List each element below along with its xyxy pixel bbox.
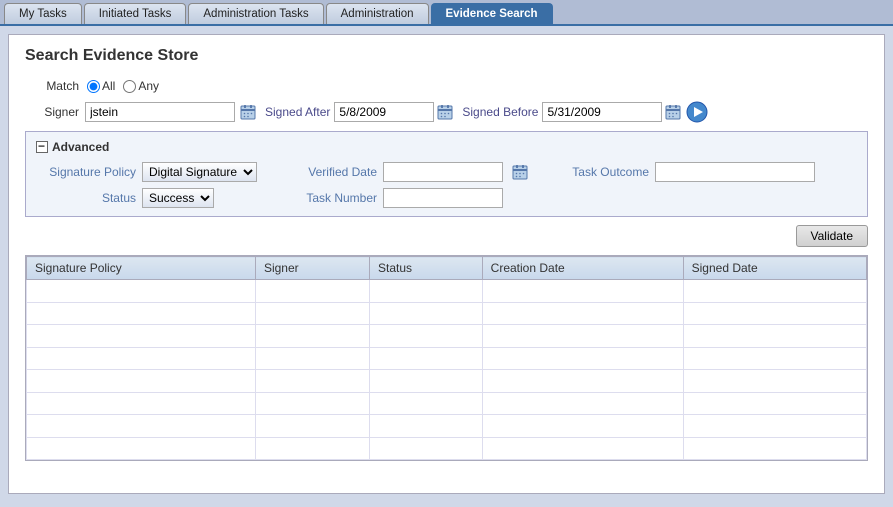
signed-after-cal-icon[interactable] [436,103,454,121]
match-row: Match All Any [29,79,868,93]
advanced-label: Advanced [52,140,109,154]
match-any-radio[interactable] [123,80,136,93]
match-all-label: All [102,79,115,93]
table-row [27,415,867,438]
validate-button[interactable]: Validate [796,225,868,247]
signature-policy-row: Signature Policy Digital Signature [36,162,257,182]
table-row [27,302,867,325]
collapse-icon[interactable] [36,141,48,153]
verified-date-cal-icon[interactable] [511,163,529,181]
col-signer: Signer [255,257,369,280]
signed-before-label: Signed Before [462,105,538,119]
col-creation-date: Creation Date [482,257,683,280]
advanced-col-2: Verified Date [287,162,529,208]
task-number-row: Task Number [287,188,529,208]
task-outcome-input[interactable] [655,162,815,182]
results-table: Signature Policy Signer Status Creation … [26,256,867,460]
match-label: Match [29,79,79,93]
status-label: Status [36,191,136,205]
advanced-section: Advanced Signature Policy Digital Signat… [25,131,868,217]
main-content: Search Evidence Store Match All Any Sign… [8,34,885,494]
tab-initiated-tasks[interactable]: Initiated Tasks [84,3,187,24]
advanced-fields: Signature Policy Digital Signature Statu… [36,162,857,208]
run-search-icon[interactable] [686,101,708,123]
col-status: Status [370,257,483,280]
table-row [27,280,867,303]
verified-date-label: Verified Date [287,165,377,179]
signer-row: Signer Signed After [29,101,868,123]
signer-cal-icon[interactable] [239,103,257,121]
tab-administration-tasks[interactable]: Administration Tasks [188,3,323,24]
signer-input[interactable] [85,102,235,122]
signed-before-cal-icon[interactable] [664,103,682,121]
signed-before-input[interactable] [542,102,662,122]
signature-policy-label: Signature Policy [36,165,136,179]
col-signed-date: Signed Date [683,257,866,280]
table-header: Signature Policy Signer Status Creation … [27,257,867,280]
status-select[interactable]: Success [142,188,214,208]
match-radio-group: All Any [87,79,159,93]
signature-policy-select[interactable]: Digital Signature [142,162,257,182]
tab-my-tasks[interactable]: My Tasks [4,3,82,24]
tab-administration[interactable]: Administration [326,3,429,24]
table-row [27,392,867,415]
match-all-radio[interactable] [87,80,100,93]
tab-bar: My Tasks Initiated Tasks Administration … [0,0,893,26]
status-row: Status Success [36,188,257,208]
match-all-option[interactable]: All [87,79,115,93]
task-number-input[interactable] [383,188,503,208]
table-body [27,280,867,460]
match-any-option[interactable]: Any [123,79,159,93]
signer-label: Signer [29,105,79,119]
validate-row: Validate [25,225,868,251]
task-outcome-row: Task Outcome [559,162,815,182]
task-outcome-label: Task Outcome [559,165,649,179]
advanced-col-1: Signature Policy Digital Signature Statu… [36,162,257,208]
table-row [27,370,867,393]
tab-evidence-search[interactable]: Evidence Search [431,3,553,24]
table-row [27,437,867,460]
results-table-container: Signature Policy Signer Status Creation … [25,255,868,461]
verified-date-row: Verified Date [287,162,529,182]
advanced-header[interactable]: Advanced [36,140,857,154]
match-any-label: Any [138,79,159,93]
signed-after-label: Signed After [265,105,330,119]
signed-after-input[interactable] [334,102,434,122]
table-row [27,325,867,348]
table-header-row: Signature Policy Signer Status Creation … [27,257,867,280]
page-title: Search Evidence Store [25,47,868,65]
advanced-col-3: Task Outcome [559,162,815,182]
col-signature-policy: Signature Policy [27,257,256,280]
table-row [27,347,867,370]
verified-date-input[interactable] [383,162,503,182]
task-number-label: Task Number [287,191,377,205]
